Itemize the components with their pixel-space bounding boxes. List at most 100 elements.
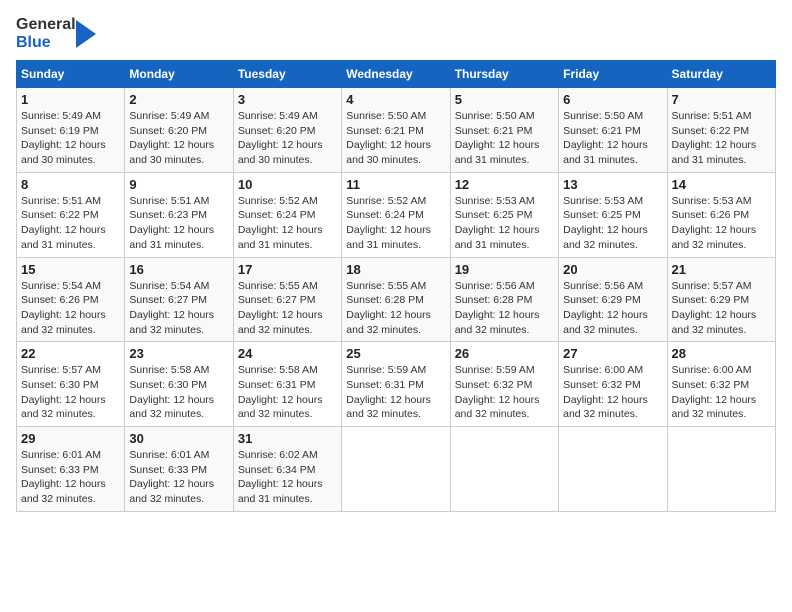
- calendar-cell: 17 Sunrise: 5:55 AM Sunset: 6:27 PM Dayli…: [233, 257, 341, 342]
- day-number: 17: [238, 262, 337, 277]
- col-header-saturday: Saturday: [667, 61, 775, 88]
- day-number: 20: [563, 262, 662, 277]
- day-info: Sunrise: 5:50 AM Sunset: 6:21 PM Dayligh…: [563, 109, 662, 168]
- calendar-cell: 10 Sunrise: 5:52 AM Sunset: 6:24 PM Dayli…: [233, 172, 341, 257]
- calendar-cell: [559, 427, 667, 512]
- day-info: Sunrise: 5:59 AM Sunset: 6:32 PM Dayligh…: [455, 363, 554, 422]
- calendar-cell: 2Sunrise: 5:49 AM Sunset: 6:20 PM Daylig…: [125, 88, 233, 173]
- day-number: 26: [455, 346, 554, 361]
- calendar-cell: 24 Sunrise: 5:58 AM Sunset: 6:31 PM Dayli…: [233, 342, 341, 427]
- logo: GeneralBlue: [16, 16, 96, 52]
- day-info: Sunrise: 5:55 AM Sunset: 6:27 PM Dayligh…: [238, 279, 337, 338]
- day-info: Sunrise: 5:49 AM Sunset: 6:20 PM Dayligh…: [129, 109, 228, 168]
- day-number: 1: [21, 92, 120, 107]
- calendar-cell: 7 Sunrise: 5:51 AM Sunset: 6:22 PM Daylig…: [667, 88, 775, 173]
- day-number: 21: [672, 262, 771, 277]
- day-number: 24: [238, 346, 337, 361]
- day-number: 29: [21, 431, 120, 446]
- day-info: Sunrise: 5:56 AM Sunset: 6:28 PM Dayligh…: [455, 279, 554, 338]
- day-info: Sunrise: 5:52 AM Sunset: 6:24 PM Dayligh…: [346, 194, 445, 253]
- calendar-cell: 30 Sunrise: 6:01 AM Sunset: 6:33 PM Dayli…: [125, 427, 233, 512]
- day-number: 14: [672, 177, 771, 192]
- day-info: Sunrise: 5:51 AM Sunset: 6:22 PM Dayligh…: [672, 109, 771, 168]
- day-info: Sunrise: 5:56 AM Sunset: 6:29 PM Dayligh…: [563, 279, 662, 338]
- day-info: Sunrise: 5:57 AM Sunset: 6:30 PM Dayligh…: [21, 363, 120, 422]
- calendar-cell: 1 Sunrise: 5:49 AM Sunset: 6:19 PM Daylig…: [17, 88, 125, 173]
- day-number: 8: [21, 177, 120, 192]
- day-number: 5: [455, 92, 554, 107]
- day-info: Sunrise: 5:49 AM Sunset: 6:20 PM Dayligh…: [238, 109, 337, 168]
- day-info: Sunrise: 5:59 AM Sunset: 6:31 PM Dayligh…: [346, 363, 445, 422]
- day-number: 31: [238, 431, 337, 446]
- calendar-cell: 22 Sunrise: 5:57 AM Sunset: 6:30 PM Dayli…: [17, 342, 125, 427]
- day-info: Sunrise: 5:58 AM Sunset: 6:31 PM Dayligh…: [238, 363, 337, 422]
- day-number: 25: [346, 346, 445, 361]
- calendar-table: SundayMondayTuesdayWednesdayThursdayFrid…: [16, 60, 776, 512]
- day-number: 27: [563, 346, 662, 361]
- day-number: 7: [672, 92, 771, 107]
- day-info: Sunrise: 5:49 AM Sunset: 6:19 PM Dayligh…: [21, 109, 120, 168]
- col-header-friday: Friday: [559, 61, 667, 88]
- day-info: Sunrise: 5:53 AM Sunset: 6:25 PM Dayligh…: [455, 194, 554, 253]
- col-header-monday: Monday: [125, 61, 233, 88]
- day-number: 18: [346, 262, 445, 277]
- calendar-cell: [342, 427, 450, 512]
- day-info: Sunrise: 5:55 AM Sunset: 6:28 PM Dayligh…: [346, 279, 445, 338]
- calendar-cell: 5 Sunrise: 5:50 AM Sunset: 6:21 PM Daylig…: [450, 88, 558, 173]
- col-header-tuesday: Tuesday: [233, 61, 341, 88]
- calendar-cell: 19 Sunrise: 5:56 AM Sunset: 6:28 PM Dayli…: [450, 257, 558, 342]
- day-number: 15: [21, 262, 120, 277]
- day-number: 10: [238, 177, 337, 192]
- day-info: Sunrise: 5:54 AM Sunset: 6:27 PM Dayligh…: [129, 279, 228, 338]
- day-number: 16: [129, 262, 228, 277]
- day-info: Sunrise: 6:00 AM Sunset: 6:32 PM Dayligh…: [672, 363, 771, 422]
- calendar-cell: 14 Sunrise: 5:53 AM Sunset: 6:26 PM Dayli…: [667, 172, 775, 257]
- calendar-cell: 9Sunrise: 5:51 AM Sunset: 6:23 PM Daylig…: [125, 172, 233, 257]
- day-number: 28: [672, 346, 771, 361]
- day-info: Sunrise: 5:50 AM Sunset: 6:21 PM Dayligh…: [455, 109, 554, 168]
- day-number: 9: [129, 177, 228, 192]
- day-number: 19: [455, 262, 554, 277]
- day-number: 30: [129, 431, 228, 446]
- day-number: 11: [346, 177, 445, 192]
- day-number: 22: [21, 346, 120, 361]
- col-header-thursday: Thursday: [450, 61, 558, 88]
- calendar-cell: 18 Sunrise: 5:55 AM Sunset: 6:28 PM Dayli…: [342, 257, 450, 342]
- calendar-cell: [667, 427, 775, 512]
- col-header-sunday: Sunday: [17, 61, 125, 88]
- day-info: Sunrise: 5:52 AM Sunset: 6:24 PM Dayligh…: [238, 194, 337, 253]
- calendar-cell: 12Sunrise: 5:53 AM Sunset: 6:25 PM Dayli…: [450, 172, 558, 257]
- calendar-cell: 29 Sunrise: 6:01 AM Sunset: 6:33 PM Dayli…: [17, 427, 125, 512]
- calendar-cell: 25 Sunrise: 5:59 AM Sunset: 6:31 PM Dayli…: [342, 342, 450, 427]
- day-info: Sunrise: 5:57 AM Sunset: 6:29 PM Dayligh…: [672, 279, 771, 338]
- calendar-cell: 23 Sunrise: 5:58 AM Sunset: 6:30 PM Dayli…: [125, 342, 233, 427]
- day-info: Sunrise: 5:53 AM Sunset: 6:25 PM Dayligh…: [563, 194, 662, 253]
- calendar-cell: 31Sunrise: 6:02 AM Sunset: 6:34 PM Dayli…: [233, 427, 341, 512]
- calendar-cell: 3 Sunrise: 5:49 AM Sunset: 6:20 PM Daylig…: [233, 88, 341, 173]
- calendar-cell: 16 Sunrise: 5:54 AM Sunset: 6:27 PM Dayli…: [125, 257, 233, 342]
- day-info: Sunrise: 6:01 AM Sunset: 6:33 PM Dayligh…: [129, 448, 228, 507]
- calendar-cell: 27 Sunrise: 6:00 AM Sunset: 6:32 PM Dayli…: [559, 342, 667, 427]
- day-number: 3: [238, 92, 337, 107]
- day-info: Sunrise: 5:51 AM Sunset: 6:22 PM Dayligh…: [21, 194, 120, 253]
- calendar-cell: 8 Sunrise: 5:51 AM Sunset: 6:22 PM Daylig…: [17, 172, 125, 257]
- day-number: 6: [563, 92, 662, 107]
- day-info: Sunrise: 5:50 AM Sunset: 6:21 PM Dayligh…: [346, 109, 445, 168]
- day-number: 4: [346, 92, 445, 107]
- calendar-cell: 28 Sunrise: 6:00 AM Sunset: 6:32 PM Dayli…: [667, 342, 775, 427]
- calendar-cell: 21 Sunrise: 5:57 AM Sunset: 6:29 PM Dayli…: [667, 257, 775, 342]
- calendar-cell: 6 Sunrise: 5:50 AM Sunset: 6:21 PM Daylig…: [559, 88, 667, 173]
- day-info: Sunrise: 6:00 AM Sunset: 6:32 PM Dayligh…: [563, 363, 662, 422]
- calendar-cell: 11 Sunrise: 5:52 AM Sunset: 6:24 PM Dayli…: [342, 172, 450, 257]
- day-info: Sunrise: 5:53 AM Sunset: 6:26 PM Dayligh…: [672, 194, 771, 253]
- day-number: 23: [129, 346, 228, 361]
- calendar-cell: [450, 427, 558, 512]
- calendar-cell: 15 Sunrise: 5:54 AM Sunset: 6:26 PM Dayli…: [17, 257, 125, 342]
- day-info: Sunrise: 6:01 AM Sunset: 6:33 PM Dayligh…: [21, 448, 120, 507]
- calendar-cell: 13 Sunrise: 5:53 AM Sunset: 6:25 PM Dayli…: [559, 172, 667, 257]
- day-number: 13: [563, 177, 662, 192]
- day-info: Sunrise: 5:54 AM Sunset: 6:26 PM Dayligh…: [21, 279, 120, 338]
- day-info: Sunrise: 5:58 AM Sunset: 6:30 PM Dayligh…: [129, 363, 228, 422]
- calendar-cell: 20 Sunrise: 5:56 AM Sunset: 6:29 PM Dayli…: [559, 257, 667, 342]
- calendar-cell: 4 Sunrise: 5:50 AM Sunset: 6:21 PM Daylig…: [342, 88, 450, 173]
